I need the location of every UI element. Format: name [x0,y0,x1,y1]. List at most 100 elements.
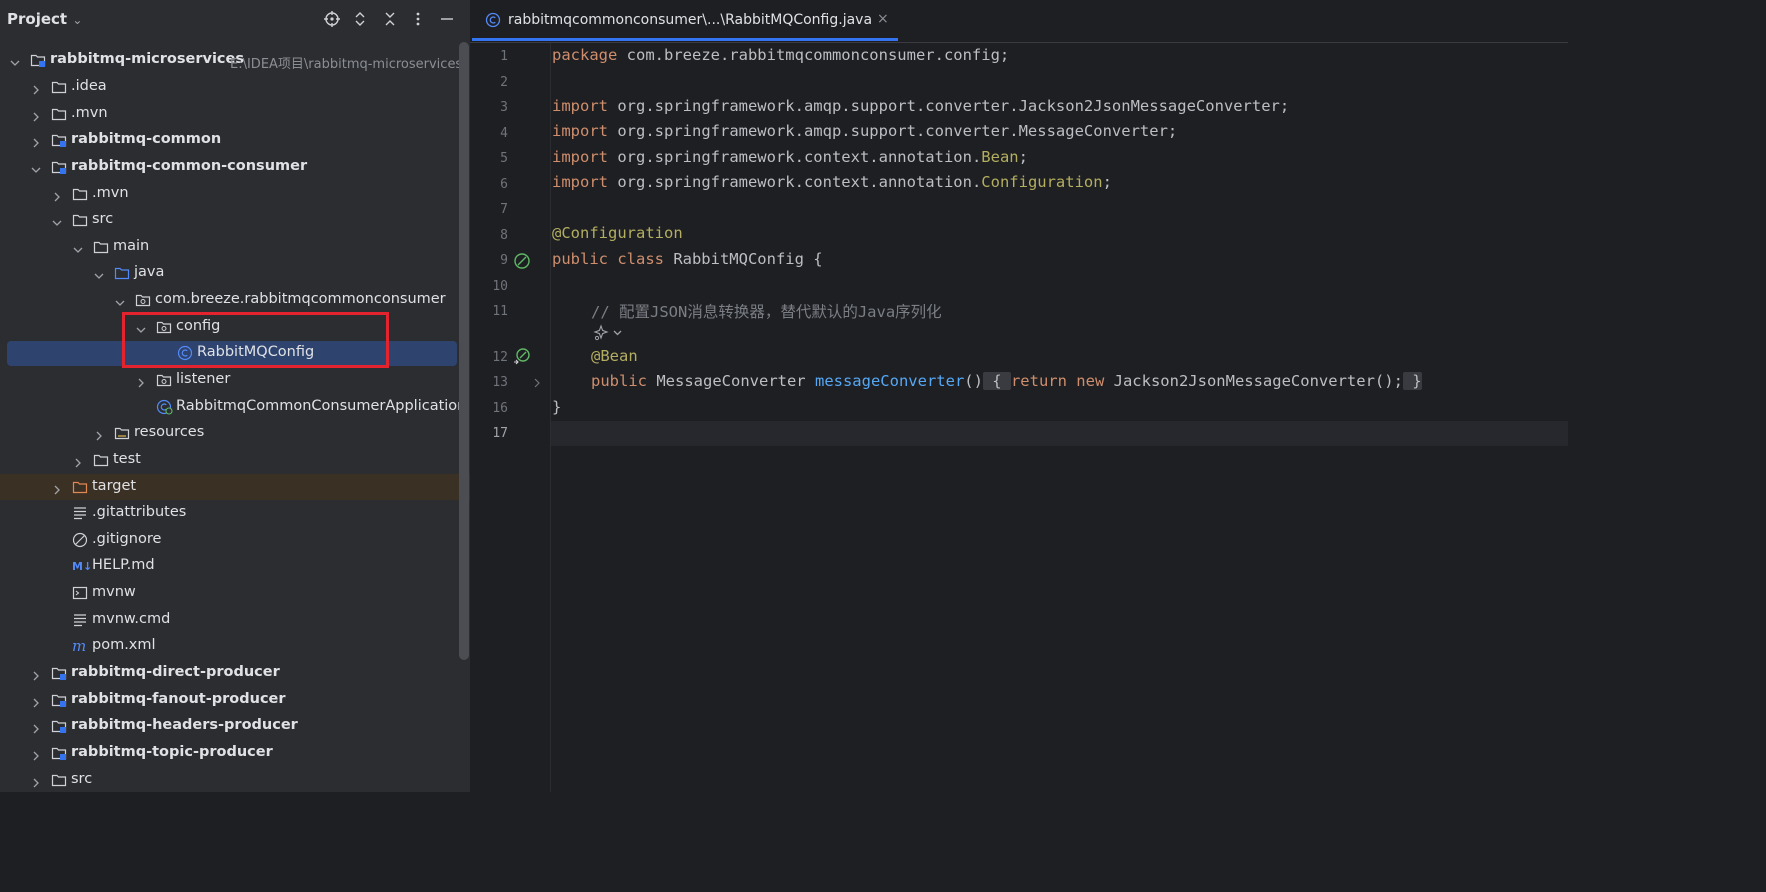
project-title: Project [7,10,68,28]
code-line-3[interactable]: import org.springframework.amqp.support.… [552,97,1289,115]
code-editor: rabbitmqcommonconsumer\...\RabbitMQConfi… [470,0,1568,792]
code-text: MessageConverter [647,372,815,390]
code-line-6[interactable]: import org.springframework.context.annot… [552,173,1112,191]
chevron-right-icon[interactable] [52,188,62,202]
chevron-down-icon[interactable] [31,161,41,173]
chevron-right-icon[interactable] [73,454,83,468]
chevron-right-icon[interactable] [31,747,41,761]
tree-item-mvn[interactable]: .mvn [0,101,470,127]
tree-item-label: src [92,211,114,227]
tree-item-listener[interactable]: listener [0,367,470,393]
folder-icon [51,79,67,95]
tree-item-src[interactable]: src [0,207,470,233]
line-number: 16 [492,401,508,416]
chevron-right-icon[interactable] [31,108,41,122]
project-view-selector[interactable]: Project ⌄ [7,10,82,28]
chevron-right-icon[interactable] [31,667,41,681]
tree-item-rabbitmq-microservices[interactable]: rabbitmq-microservices E:\IDEA项目\rabbitmq… [0,47,470,73]
folded-region-open[interactable]: { [982,372,1011,390]
code-line-1[interactable]: package com.breeze.rabbitmqcommonconsume… [552,46,1009,64]
tree-item-label: rabbitmq-microservices [50,51,244,67]
editor-tab-rabbitmqconfig[interactable]: rabbitmqcommonconsumer\...\RabbitMQConfi… [470,0,900,42]
chevron-right-icon[interactable] [31,720,41,734]
tree-item-mvnw[interactable]: mvnw [0,580,470,606]
tree-item-rabbitmqcommonconsumerapplication[interactable]: RabbitmqCommonConsumerApplication [0,394,470,420]
code-line-4[interactable]: import org.springframework.amqp.support.… [552,122,1177,140]
tree-item-java[interactable]: java [0,260,470,286]
tree-item-rabbitmq-fanout-producer[interactable]: rabbitmq-fanout-producer [0,687,470,713]
tree-item-rabbitmq-common[interactable]: rabbitmq-common [0,127,470,153]
line-number: 13 [492,375,508,390]
markdown-file-icon: M↓ [72,558,92,574]
tree-item-help-md[interactable]: M↓ HELP.md [0,553,470,579]
tree-item-mvn[interactable]: .mvn [0,181,470,207]
folded-region-close[interactable]: } [1402,372,1422,390]
line-number: 8 [500,228,508,243]
tree-item-label: .gitattributes [92,504,187,520]
chevron-down-icon[interactable] [94,267,104,279]
chevron-right-icon[interactable] [31,774,41,788]
keyword: package [552,46,618,64]
chevron-right-icon[interactable] [31,81,41,95]
tree-item-idea[interactable]: .idea [0,74,470,100]
chevron-down-icon[interactable] [115,294,125,306]
annotation-highlight-box [122,312,389,368]
tree-item-label: com.breeze.rabbitmqcommonconsumer [155,291,446,307]
tree-item-rabbitmq-headers-producer[interactable]: rabbitmq-headers-producer [0,713,470,739]
spring-bean-gutter-icon[interactable] [513,252,531,270]
collapse-all-icon[interactable] [380,9,400,29]
tree-item-pom-xml[interactable]: m pom.xml [0,633,470,659]
chevron-down-icon[interactable] [10,54,20,66]
tree-item-rabbitmq-topic-producer[interactable]: rabbitmq-topic-producer [0,740,470,766]
hide-panel-icon[interactable] [437,9,457,29]
code-text: com.breeze.rabbitmqcommonconsumer.config… [617,46,1010,64]
chevron-right-icon[interactable] [52,481,62,495]
chevron-right-icon[interactable] [136,374,146,388]
tree-item-label: resources [134,424,205,440]
ai-assistant-inlay-icon[interactable] [592,324,626,346]
tree-item-src[interactable]: src [0,767,470,792]
tree-item-mvnw-cmd[interactable]: mvnw.cmd [0,607,470,633]
code-line-11[interactable]: // 配置JSON消息转换器，替代默认的Java序列化 [591,300,942,322]
folder-icon [93,239,109,255]
line-number: 2 [500,75,508,90]
tree-item-rabbitmq-direct-producer[interactable]: rabbitmq-direct-producer [0,660,470,686]
code-text: ; [1102,173,1112,191]
expand-all-icon[interactable] [350,9,370,29]
keyword: public [591,372,647,390]
code-line-12[interactable]: @Bean [591,347,638,365]
code-line-8[interactable]: @Configuration [552,224,683,242]
close-icon[interactable]: × [877,11,889,27]
fold-chevron-icon[interactable] [532,374,550,392]
tree-item-com-breeze-rabbitmqcommonconsumer[interactable]: com.breeze.rabbitmqcommonconsumer [0,287,470,313]
spring-bean-provider-icon[interactable] [513,347,531,365]
chevron-down-icon: ⌄ [72,13,83,27]
line-number: 7 [500,202,508,217]
tree-item-main[interactable]: main [0,234,470,260]
code-line-5[interactable]: import org.springframework.context.annot… [552,148,1028,166]
code-line-16[interactable]: } [552,398,561,416]
tree-item-test[interactable]: test [0,447,470,473]
tree-item-rabbitmq-common-consumer[interactable]: rabbitmq-common-consumer [0,154,470,180]
module-folder-icon [51,745,67,761]
code-line-9[interactable]: public class RabbitMQConfig { [552,250,823,268]
tree-item-target[interactable]: target [0,474,470,500]
tree-item-resources[interactable]: resources [0,420,470,446]
code-line-13[interactable]: public MessageConverter messageConverter… [591,372,1422,390]
tree-item-gitignore[interactable]: .gitignore [0,527,470,553]
line-number: 9 [500,253,508,268]
tree-item-gitattributes[interactable]: .gitattributes [0,500,470,526]
resources-folder-icon [114,425,130,441]
tab-label: rabbitmqcommonconsumer\...\RabbitMQConfi… [508,12,873,28]
options-menu-icon[interactable] [408,9,428,29]
chevron-down-icon[interactable] [73,241,83,253]
chevron-right-icon[interactable] [31,134,41,148]
chevron-down-icon[interactable] [52,214,62,226]
annotation-type: Bean [981,148,1019,166]
tree-item-label: .mvn [92,185,129,201]
folder-icon [72,186,88,202]
chevron-right-icon[interactable] [31,694,41,708]
locate-icon[interactable] [322,9,342,29]
line-number: 17 [492,426,508,441]
chevron-right-icon[interactable] [94,427,104,441]
